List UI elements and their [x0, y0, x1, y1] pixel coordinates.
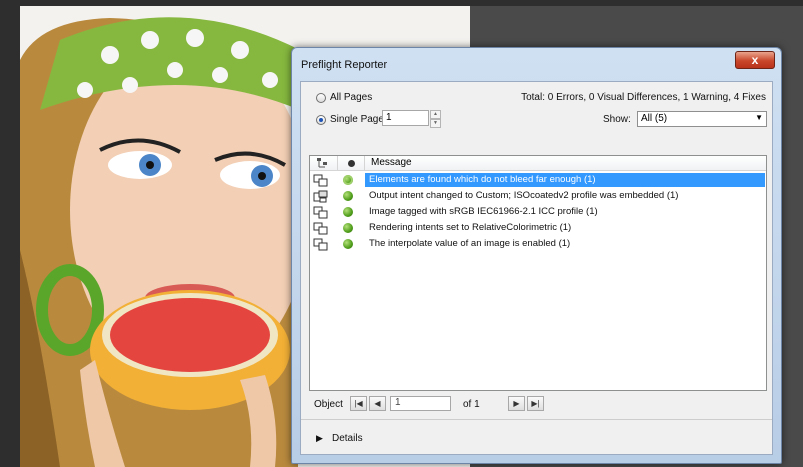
first-object-button[interactable]: |◀: [350, 396, 367, 411]
fix-object-icon: [313, 206, 328, 219]
fix-object-icon: [313, 238, 328, 251]
next-object-button[interactable]: ▶: [508, 396, 525, 411]
spin-up-icon[interactable]: ▲: [430, 110, 441, 119]
list-item[interactable]: Elements are found which do not bleed fa…: [310, 172, 766, 188]
expand-arrow-icon[interactable]: ▶: [316, 433, 323, 444]
first-icon: |◀: [354, 399, 363, 408]
single-page-input[interactable]: 1: [382, 110, 429, 126]
details-toggle[interactable]: Details: [332, 433, 363, 444]
previous-object-button[interactable]: ◀: [369, 396, 386, 411]
preflight-reporter-dialog: Preflight Reporter x All Pages Single Pa…: [291, 47, 782, 464]
spin-down-icon[interactable]: ▼: [430, 119, 441, 128]
fix-object-icon: [313, 222, 328, 235]
last-icon: ▶|: [531, 399, 540, 408]
page-spinner[interactable]: ▲ ▼: [430, 110, 441, 128]
title-bar[interactable]: Preflight Reporter x: [292, 48, 781, 82]
previous-icon: ◀: [374, 399, 381, 408]
status-ok-icon: [343, 223, 353, 233]
status-ok-icon: [343, 207, 353, 217]
all-pages-radio[interactable]: [316, 93, 326, 103]
status-dot-icon: [348, 160, 355, 167]
list-item[interactable]: Rendering intents set to RelativeColorim…: [310, 220, 766, 236]
message-list: Message Elements are found which do not …: [309, 155, 767, 391]
list-item-message: Rendering intents set to RelativeColorim…: [369, 222, 572, 233]
object-label: Object: [314, 399, 343, 410]
header-message-column[interactable]: Message: [365, 156, 766, 170]
single-page-label[interactable]: Single Page: [330, 114, 384, 125]
last-object-button[interactable]: ▶|: [527, 396, 544, 411]
sort-type-icon: [317, 158, 327, 168]
status-ok-icon: [343, 191, 353, 201]
list-item-message: Image tagged with sRGB IEC61966-2.1 ICC …: [369, 206, 598, 217]
list-item[interactable]: The interpolate value of an image is ena…: [310, 236, 766, 252]
list-item-message: The interpolate value of an image is ena…: [369, 238, 571, 249]
single-page-radio[interactable]: [316, 115, 326, 125]
message-header-label: Message: [371, 157, 412, 168]
status-ok-icon: [343, 239, 353, 249]
list-item[interactable]: Image tagged with sRGB IEC61966-2.1 ICC …: [310, 204, 766, 220]
show-filter-select[interactable]: All (5) ▼: [637, 111, 767, 127]
output-intent-icon: [313, 190, 328, 203]
header-type-column[interactable]: [310, 156, 338, 170]
header-status-column[interactable]: [338, 156, 365, 170]
fix-object-icon: [313, 174, 328, 187]
close-icon: x: [751, 53, 759, 67]
list-item[interactable]: Output intent changed to Custom; ISOcoat…: [310, 188, 766, 204]
dialog-title: Preflight Reporter: [301, 59, 388, 71]
object-count-label: of 1: [463, 399, 480, 410]
list-header: Message: [310, 156, 766, 171]
list-item-message: Elements are found which do not bleed fa…: [365, 173, 765, 187]
dialog-client-area: All Pages Single Page 1 ▲ ▼ Total: 0 Err…: [300, 81, 773, 455]
divider: [301, 419, 772, 420]
next-icon: ▶: [513, 399, 520, 408]
status-ok-icon: [343, 175, 353, 185]
object-number-input[interactable]: 1: [390, 396, 451, 411]
summary-text: Total: 0 Errors, 0 Visual Differences, 1…: [521, 92, 766, 103]
show-label: Show:: [603, 114, 631, 125]
all-pages-label[interactable]: All Pages: [330, 92, 372, 103]
dropdown-arrow-icon: ▼: [755, 113, 763, 122]
close-button[interactable]: x: [735, 51, 775, 69]
show-filter-value: All (5): [641, 113, 668, 124]
list-item-message: Output intent changed to Custom; ISOcoat…: [369, 190, 679, 201]
